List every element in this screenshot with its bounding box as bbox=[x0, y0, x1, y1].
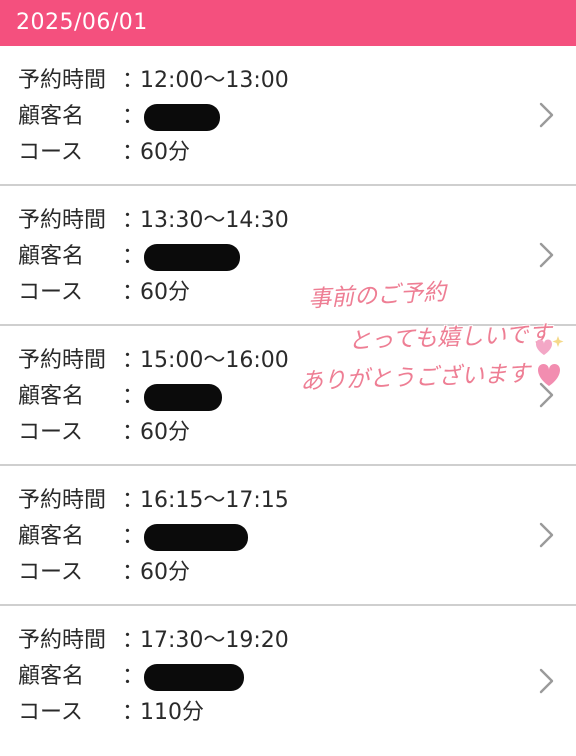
time-value: 12:00～13:00 bbox=[140, 68, 289, 93]
customer-line: 顧客名 ： bbox=[18, 382, 222, 412]
course-line: コース ： 60分 bbox=[18, 418, 190, 448]
customer-label: 顧客名 bbox=[18, 384, 85, 409]
course-line: コース ： 60分 bbox=[18, 558, 190, 588]
time-label: 予約時間 bbox=[18, 348, 107, 373]
customer-label: 顧客名 bbox=[18, 104, 85, 129]
time-line: 予約時間 ： 16:15～17:15 bbox=[18, 486, 289, 516]
colon: ： bbox=[122, 420, 145, 445]
course-value: 60分 bbox=[140, 420, 190, 445]
course-line: コース ： 60分 bbox=[18, 138, 190, 168]
colon: ： bbox=[122, 488, 145, 513]
time-line: 予約時間 ： 15:00～16:00 bbox=[18, 346, 289, 376]
course-label: コース bbox=[18, 280, 83, 305]
colon: ： bbox=[122, 348, 145, 373]
course-value: 60分 bbox=[140, 280, 190, 305]
redacted-customer-name bbox=[144, 523, 248, 551]
redacted-customer-name bbox=[144, 383, 222, 411]
customer-label: 顧客名 bbox=[18, 664, 85, 689]
time-value: 17:30～19:20 bbox=[140, 628, 289, 653]
course-value: 60分 bbox=[140, 560, 190, 585]
time-line: 予約時間 ： 13:30～14:30 bbox=[18, 206, 289, 236]
colon: ： bbox=[122, 524, 145, 549]
course-line: コース ： 60分 bbox=[18, 278, 190, 308]
customer-line: 顧客名 ： bbox=[18, 102, 220, 132]
reservation-list: 予約時間 ： 12:00～13:00 顧客名 ： コース ： 60分 予約時間 … bbox=[0, 46, 576, 756]
redacted-customer-name bbox=[144, 243, 240, 271]
colon: ： bbox=[122, 208, 145, 233]
customer-line: 顧客名 ： bbox=[18, 522, 248, 552]
reservation-row[interactable]: 予約時間 ： 16:15～17:15 顧客名 ： コース ： 60分 bbox=[0, 466, 576, 606]
customer-label: 顧客名 bbox=[18, 524, 85, 549]
time-value: 13:30～14:30 bbox=[140, 208, 289, 233]
time-label: 予約時間 bbox=[18, 628, 107, 653]
customer-line: 顧客名 ： bbox=[18, 242, 240, 272]
reservation-row[interactable]: 予約時間 ： 15:00～16:00 顧客名 ： コース ： 60分 bbox=[0, 326, 576, 466]
reservation-row[interactable]: 予約時間 ： 17:30～19:20 顧客名 ： コース ： 110分 bbox=[0, 606, 576, 756]
colon: ： bbox=[122, 244, 145, 269]
customer-line: 顧客名 ： bbox=[18, 662, 244, 692]
course-value: 60分 bbox=[140, 140, 190, 165]
colon: ： bbox=[122, 628, 145, 653]
course-value: 110分 bbox=[140, 700, 204, 725]
colon: ： bbox=[122, 700, 145, 725]
date-label: 2025/06/01 bbox=[16, 10, 148, 35]
colon: ： bbox=[122, 280, 145, 305]
date-header: 2025/06/01 bbox=[0, 0, 576, 46]
time-label: 予約時間 bbox=[18, 208, 107, 233]
course-label: コース bbox=[18, 700, 83, 725]
time-value: 16:15～17:15 bbox=[140, 488, 289, 513]
colon: ： bbox=[122, 664, 145, 689]
chevron-right-icon[interactable] bbox=[532, 101, 560, 129]
colon: ： bbox=[122, 384, 145, 409]
colon: ： bbox=[122, 68, 145, 93]
course-label: コース bbox=[18, 140, 83, 165]
colon: ： bbox=[122, 560, 145, 585]
time-line: 予約時間 ： 12:00～13:00 bbox=[18, 66, 289, 96]
time-label: 予約時間 bbox=[18, 68, 107, 93]
colon: ： bbox=[122, 140, 145, 165]
redacted-customer-name bbox=[144, 663, 244, 691]
reservation-row[interactable]: 予約時間 ： 12:00～13:00 顧客名 ： コース ： 60分 bbox=[0, 46, 576, 186]
customer-label: 顧客名 bbox=[18, 244, 85, 269]
chevron-right-icon[interactable] bbox=[532, 521, 560, 549]
colon: ： bbox=[122, 104, 145, 129]
course-line: コース ： 110分 bbox=[18, 698, 204, 728]
chevron-right-icon[interactable] bbox=[532, 381, 560, 409]
reservation-row[interactable]: 予約時間 ： 13:30～14:30 顧客名 ： コース ： 60分 bbox=[0, 186, 576, 326]
redacted-customer-name bbox=[144, 103, 220, 131]
time-value: 15:00～16:00 bbox=[140, 348, 289, 373]
time-line: 予約時間 ： 17:30～19:20 bbox=[18, 626, 289, 656]
course-label: コース bbox=[18, 560, 83, 585]
chevron-right-icon[interactable] bbox=[532, 667, 560, 695]
time-label: 予約時間 bbox=[18, 488, 107, 513]
course-label: コース bbox=[18, 420, 83, 445]
chevron-right-icon[interactable] bbox=[532, 241, 560, 269]
